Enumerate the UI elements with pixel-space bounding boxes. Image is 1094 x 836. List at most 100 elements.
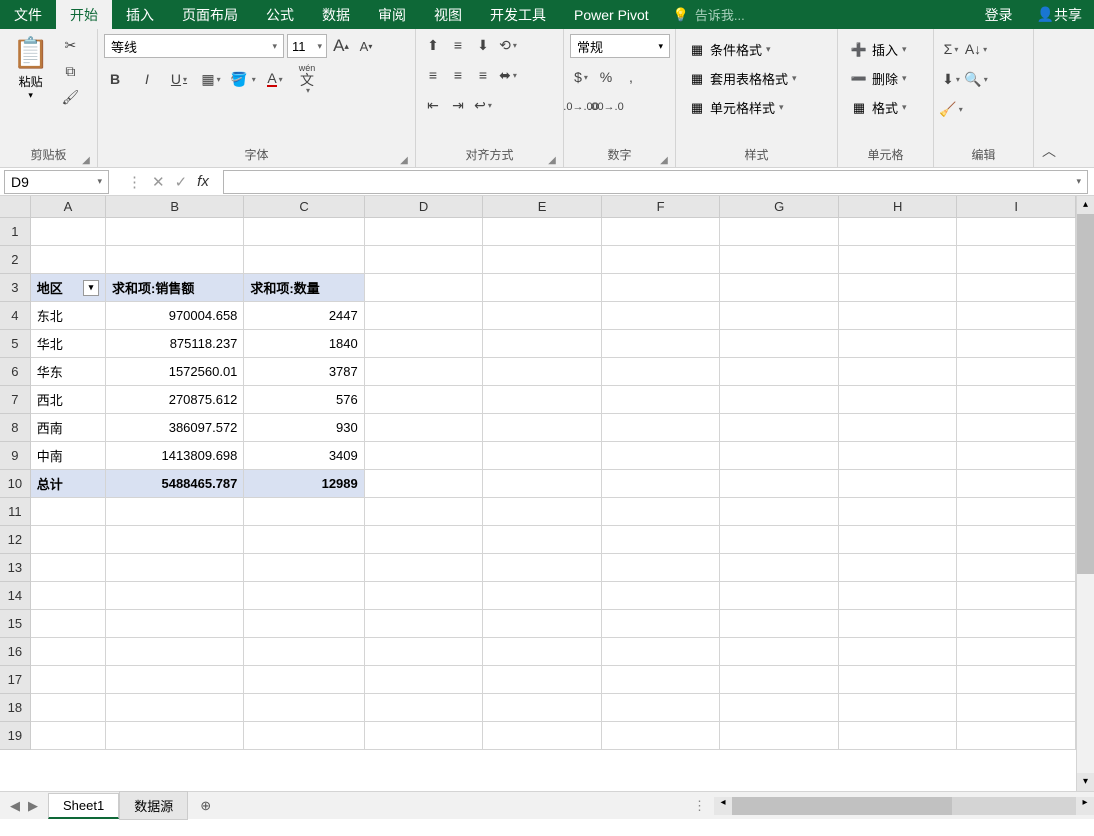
cell[interactable] bbox=[106, 610, 244, 638]
cell[interactable] bbox=[602, 358, 721, 386]
cell[interactable] bbox=[31, 246, 106, 274]
cell[interactable] bbox=[720, 246, 839, 274]
cell[interactable] bbox=[365, 274, 484, 302]
cell[interactable] bbox=[957, 694, 1076, 722]
cell[interactable]: 875118.237 bbox=[106, 330, 244, 358]
cell[interactable] bbox=[31, 694, 106, 722]
cell[interactable] bbox=[720, 582, 839, 610]
cell[interactable] bbox=[602, 442, 721, 470]
border-icon[interactable]: ▦ bbox=[200, 68, 222, 90]
scroll-right-icon[interactable]: ▸ bbox=[1076, 797, 1094, 815]
cell[interactable] bbox=[839, 470, 958, 498]
tab-insert[interactable]: 插入 bbox=[112, 0, 168, 29]
row-header[interactable]: 17 bbox=[0, 666, 31, 694]
cell[interactable]: 东北 bbox=[31, 302, 106, 330]
cell[interactable] bbox=[839, 526, 958, 554]
cell[interactable]: 西南 bbox=[31, 414, 106, 442]
cell[interactable] bbox=[602, 610, 721, 638]
cell[interactable] bbox=[957, 722, 1076, 750]
tab-home[interactable]: 开始 bbox=[56, 0, 112, 29]
cell[interactable] bbox=[720, 302, 839, 330]
cell[interactable]: 970004.658 bbox=[106, 302, 244, 330]
cell[interactable] bbox=[720, 694, 839, 722]
cell[interactable]: 2447 bbox=[244, 302, 364, 330]
add-sheet-button[interactable]: ⊕ bbox=[188, 798, 223, 814]
cell[interactable] bbox=[483, 554, 602, 582]
row-header[interactable]: 6 bbox=[0, 358, 31, 386]
cell[interactable] bbox=[957, 218, 1076, 246]
row-header[interactable]: 8 bbox=[0, 414, 31, 442]
font-name-select[interactable]: 等线▾ bbox=[104, 34, 284, 58]
cell[interactable] bbox=[839, 246, 958, 274]
cell[interactable]: 270875.612 bbox=[106, 386, 244, 414]
cell[interactable] bbox=[365, 666, 484, 694]
wrap-text-icon[interactable]: ↩ bbox=[472, 94, 494, 116]
cell[interactable] bbox=[365, 498, 484, 526]
cell[interactable] bbox=[720, 386, 839, 414]
cell[interactable] bbox=[602, 666, 721, 694]
sheet-nav-prev-icon[interactable]: ◀ bbox=[10, 798, 20, 814]
align-center-icon[interactable]: ≡ bbox=[447, 64, 469, 86]
row-header[interactable]: 14 bbox=[0, 582, 31, 610]
dialog-launcher-icon[interactable]: ◢ bbox=[79, 151, 93, 165]
cell[interactable] bbox=[602, 526, 721, 554]
filter-dropdown-icon[interactable]: ▾ bbox=[83, 280, 99, 296]
row-header[interactable]: 2 bbox=[0, 246, 31, 274]
cell[interactable]: 地区▾ bbox=[31, 274, 106, 302]
merge-icon[interactable]: ⬌ bbox=[497, 64, 519, 86]
cell[interactable] bbox=[720, 218, 839, 246]
cell[interactable] bbox=[602, 638, 721, 666]
col-header[interactable]: E bbox=[483, 196, 602, 218]
dialog-launcher-icon[interactable]: ◢ bbox=[657, 151, 671, 165]
cell[interactable] bbox=[106, 498, 244, 526]
cell[interactable] bbox=[31, 218, 106, 246]
sheet-tab[interactable]: 数据源 bbox=[119, 791, 188, 820]
scroll-up-icon[interactable]: ▴ bbox=[1077, 196, 1094, 214]
tab-pagelayout[interactable]: 页面布局 bbox=[168, 0, 252, 29]
tab-powerpivot[interactable]: Power Pivot bbox=[560, 0, 663, 29]
align-middle-icon[interactable]: ≡ bbox=[447, 34, 469, 56]
cell[interactable] bbox=[483, 386, 602, 414]
cell[interactable] bbox=[602, 498, 721, 526]
cell[interactable] bbox=[839, 582, 958, 610]
tab-data[interactable]: 数据 bbox=[308, 0, 364, 29]
tab-view[interactable]: 视图 bbox=[420, 0, 476, 29]
cell[interactable] bbox=[839, 722, 958, 750]
scroll-thumb[interactable] bbox=[1077, 214, 1094, 574]
cell[interactable] bbox=[106, 526, 244, 554]
indent-increase-icon[interactable]: ⇥ bbox=[447, 94, 469, 116]
row-header[interactable]: 12 bbox=[0, 526, 31, 554]
cell[interactable] bbox=[106, 638, 244, 666]
cell[interactable] bbox=[31, 554, 106, 582]
cell[interactable] bbox=[720, 358, 839, 386]
row-header[interactable]: 1 bbox=[0, 218, 31, 246]
format-cells-button[interactable]: ▦格式▾ bbox=[844, 96, 913, 119]
underline-icon[interactable]: U bbox=[168, 68, 190, 90]
cell[interactable] bbox=[483, 330, 602, 358]
cell[interactable] bbox=[244, 610, 364, 638]
cell[interactable] bbox=[365, 722, 484, 750]
cell[interactable]: 12989 bbox=[244, 470, 364, 498]
cell[interactable] bbox=[483, 694, 602, 722]
col-header[interactable]: A bbox=[31, 196, 106, 218]
cell[interactable] bbox=[602, 722, 721, 750]
col-header[interactable]: B bbox=[106, 196, 245, 218]
cell[interactable] bbox=[720, 330, 839, 358]
cell[interactable] bbox=[365, 330, 484, 358]
cell[interactable] bbox=[720, 638, 839, 666]
cell[interactable] bbox=[839, 218, 958, 246]
cell[interactable] bbox=[483, 358, 602, 386]
expand-formula-icon[interactable]: ▾ bbox=[1076, 176, 1081, 187]
cell[interactable] bbox=[244, 218, 364, 246]
cell[interactable] bbox=[957, 330, 1076, 358]
bold-icon[interactable]: B bbox=[104, 68, 126, 90]
tab-developer[interactable]: 开发工具 bbox=[476, 0, 560, 29]
cell[interactable] bbox=[31, 666, 106, 694]
delete-cells-button[interactable]: ➖删除▾ bbox=[844, 67, 913, 90]
tab-formulas[interactable]: 公式 bbox=[252, 0, 308, 29]
cell[interactable] bbox=[365, 218, 484, 246]
fill-color-icon[interactable]: 🪣 bbox=[232, 68, 254, 90]
cell[interactable] bbox=[957, 442, 1076, 470]
cell[interactable] bbox=[839, 386, 958, 414]
horizontal-scrollbar[interactable]: ◂ ▸ bbox=[714, 797, 1094, 815]
